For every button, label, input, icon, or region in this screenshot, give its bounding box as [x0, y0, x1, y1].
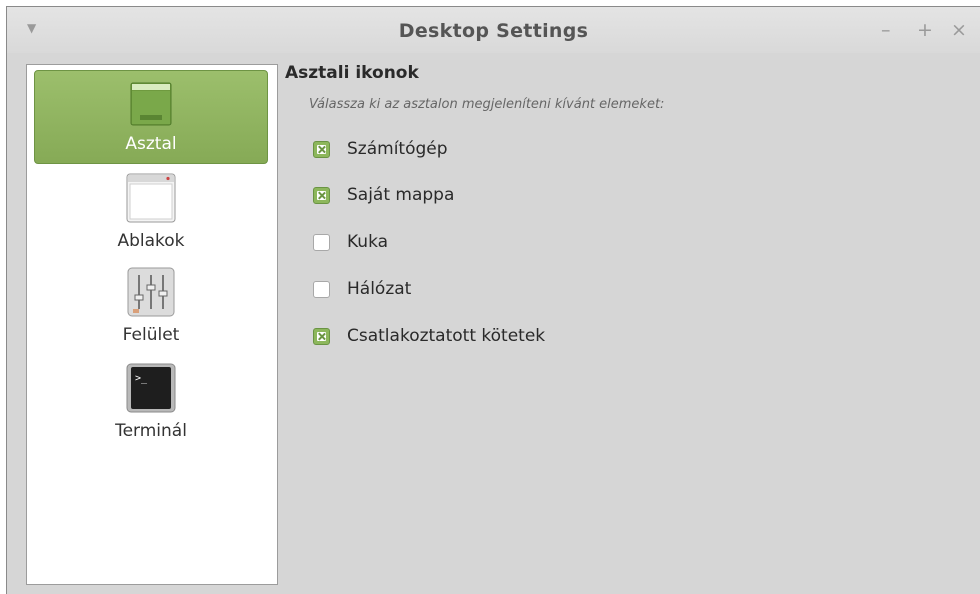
- checkbox[interactable]: [313, 281, 330, 298]
- section-subtitle: Válassza ki az asztalon megjeleníteni kí…: [309, 97, 665, 112]
- check-mark-icon: [317, 145, 326, 154]
- terminal-icon: >_: [126, 363, 176, 417]
- window-icon: [126, 173, 176, 227]
- sidebar-item-label: Terminál: [115, 421, 187, 441]
- checkbox[interactable]: [313, 234, 330, 251]
- check-mark-icon: [317, 191, 326, 200]
- desktop-icon: [130, 81, 172, 131]
- title-bar[interactable]: ▼ Desktop Settings – + ×: [7, 7, 980, 53]
- sidebar-item-label: Felület: [122, 325, 180, 345]
- option-label[interactable]: Hálózat: [347, 279, 411, 299]
- sidebar-item-label: Asztal: [125, 134, 177, 154]
- sidebar: Asztal Ablakok Felület >_ Terminál: [26, 64, 278, 585]
- sidebar-item-asztal[interactable]: Asztal: [34, 70, 268, 164]
- sidebar-item-ablakok[interactable]: Ablakok: [34, 169, 268, 259]
- checkbox[interactable]: [313, 187, 330, 204]
- sliders-icon: [127, 267, 175, 321]
- sidebar-item-label: Ablakok: [117, 231, 185, 251]
- sidebar-item-felulet[interactable]: Felület: [34, 263, 268, 353]
- maximize-button[interactable]: +: [917, 19, 933, 41]
- check-mark-icon: [317, 332, 326, 341]
- window-title: Desktop Settings: [398, 20, 589, 42]
- option-label[interactable]: Számítógép: [347, 139, 448, 159]
- option-label[interactable]: Csatlakoztatott kötetek: [347, 326, 545, 346]
- sidebar-item-terminal[interactable]: >_ Terminál: [34, 359, 268, 449]
- section-title: Asztali ikonok: [285, 63, 419, 83]
- minimize-button[interactable]: –: [881, 19, 891, 41]
- option-label[interactable]: Kuka: [347, 232, 388, 252]
- option-label[interactable]: Saját mappa: [347, 185, 454, 205]
- svg-text:>_: >_: [135, 373, 148, 384]
- checkbox[interactable]: [313, 328, 330, 345]
- close-button[interactable]: ×: [951, 19, 967, 41]
- checkbox[interactable]: [313, 141, 330, 158]
